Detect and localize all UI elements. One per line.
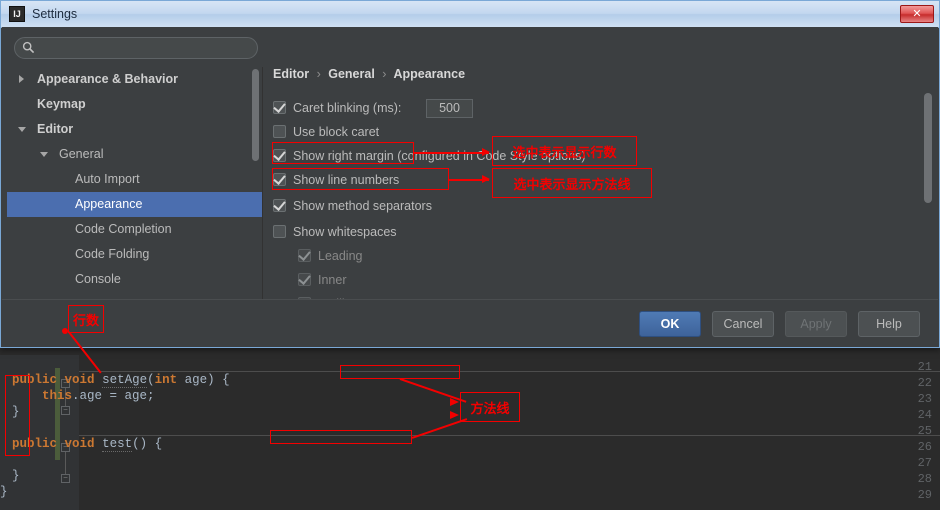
breadcrumb-separator-icon: › (316, 67, 321, 81)
breadcrumb-item-appearance: Appearance (393, 67, 466, 81)
dialog-body: Appearance & Behavior Keymap Editor Gene… (2, 27, 938, 325)
editor-line-number: 24 (917, 408, 932, 422)
sidebar-item-general[interactable]: General (7, 142, 262, 167)
code-line: this.age = age; (42, 389, 155, 403)
code-line: } (12, 469, 20, 483)
option-label: Show whitespaces (293, 225, 397, 239)
option-label: Show method separators (293, 199, 432, 213)
code-line: public void setAge(int age) { (12, 373, 230, 388)
option-label: Inner (318, 273, 347, 287)
editor-line-number: 27 (917, 456, 932, 470)
fold-region-line (65, 452, 66, 474)
sidebar-item-appearance[interactable]: Appearance (7, 192, 262, 217)
checkbox-use-block-caret[interactable] (273, 125, 286, 138)
breadcrumb-item-general[interactable]: General (328, 67, 375, 81)
checkbox-show-method-separators[interactable] (273, 199, 286, 212)
sidebar-item-auto-import[interactable]: Auto Import (7, 167, 262, 192)
sidebar-item-code-completion[interactable]: Code Completion (7, 217, 262, 242)
editor-line-number: 28 (917, 472, 932, 486)
sidebar-item-label: Code Completion (75, 222, 172, 236)
fold-marker-icon[interactable]: − (61, 474, 70, 483)
sidebar-item-label: Appearance & Behavior (37, 72, 179, 86)
method-separator-line (79, 435, 940, 436)
search-field-wrapper[interactable] (14, 37, 258, 59)
fold-marker-icon[interactable]: − (61, 406, 70, 415)
settings-category-tree[interactable]: Appearance & Behavior Keymap Editor Gene… (7, 67, 263, 325)
breadcrumb: Editor › General › Appearance (273, 67, 465, 81)
sidebar-item-label: Appearance (75, 197, 143, 211)
sidebar-item-editor[interactable]: Editor (7, 117, 262, 142)
dialog-title-bar[interactable]: IJ Settings ✕ (1, 1, 939, 28)
sidebar-item-label: Code Folding (75, 247, 150, 261)
option-label: Show right margin (configured in Code St… (293, 149, 586, 163)
breadcrumb-item-editor[interactable]: Editor (273, 67, 309, 81)
code-line: public void test() { (12, 437, 163, 452)
option-label: Use block caret (293, 125, 380, 139)
sidebar-item-label: Auto Import (75, 172, 140, 186)
search-icon (22, 41, 35, 54)
sidebar-item-appearance-behavior[interactable]: Appearance & Behavior (7, 67, 262, 92)
option-label: Show line numbers (293, 173, 400, 187)
ok-button[interactable]: OK (639, 311, 701, 337)
checkbox-caret-blinking[interactable] (273, 101, 286, 114)
cancel-button[interactable]: Cancel (712, 311, 774, 337)
help-button[interactable]: Help (858, 311, 920, 337)
editor-line-number: 23 (917, 392, 932, 406)
screen: 21 22 23 24 25 26 27 28 29 − − − − publi… (0, 0, 940, 510)
editor-line-number: 21 (917, 360, 932, 374)
sidebar-item-console[interactable]: Console (7, 267, 262, 292)
checkbox-show-whitespaces[interactable] (273, 225, 286, 238)
settings-detail-panel: Editor › General › Appearance Caret blin… (263, 63, 934, 299)
checkbox-show-line-numbers[interactable] (273, 173, 286, 186)
sidebar-item-keymap[interactable]: Keymap (7, 92, 262, 117)
code-line: } (12, 405, 20, 419)
sidebar-item-label: Editor (37, 122, 74, 136)
close-icon[interactable]: ✕ (900, 5, 934, 23)
editor-line-number: 25 (917, 424, 932, 438)
code-line: } (0, 485, 8, 499)
settings-dialog: IJ Settings ✕ Appearance & Behavior Keym… (0, 0, 940, 348)
sidebar-item-label: Keymap (37, 97, 86, 111)
checkbox-show-right-margin[interactable] (273, 149, 286, 162)
option-label: Caret blinking (ms): (293, 101, 402, 115)
sidebar-item-label: Console (75, 272, 121, 286)
intellij-logo-icon: IJ (9, 6, 25, 22)
editor-line-number: 29 (917, 488, 932, 502)
chevron-right-icon[interactable] (19, 75, 24, 83)
sidebar-item-label: General (59, 147, 104, 161)
caret-blinking-input[interactable]: 500 (426, 99, 473, 118)
chevron-down-icon[interactable] (40, 152, 48, 157)
apply-button[interactable]: Apply (785, 311, 847, 337)
checkbox-inner[interactable] (298, 273, 311, 286)
checkbox-leading[interactable] (298, 249, 311, 262)
editor-line-number: 22 (917, 376, 932, 390)
chevron-down-icon[interactable] (18, 127, 26, 132)
dialog-title: Settings (32, 7, 78, 21)
panel-scrollbar-thumb[interactable] (924, 93, 932, 203)
breadcrumb-separator-icon: › (382, 67, 387, 81)
option-label: Trailing (318, 292, 359, 299)
sidebar-scrollbar-thumb[interactable] (252, 69, 259, 161)
sidebar-item-code-folding[interactable]: Code Folding (7, 242, 262, 267)
search-input[interactable] (14, 37, 258, 59)
editor-line-number: 26 (917, 440, 932, 454)
option-label: Leading (318, 249, 363, 263)
dialog-button-bar: OK Cancel Apply Help (2, 299, 938, 346)
